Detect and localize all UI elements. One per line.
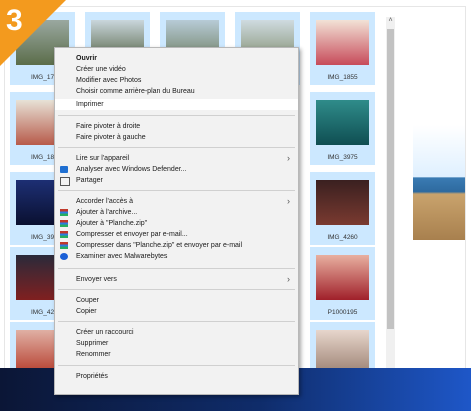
scroll-up-arrow-icon[interactable]: ˄ (386, 17, 395, 24)
menu-separator (58, 289, 295, 290)
menu-item[interactable]: Choisir comme arrière-plan du Bureau (55, 86, 298, 97)
menu-item[interactable]: Ajouter à "Planche.zip" (55, 218, 298, 229)
menu-item[interactable]: Compresser dans "Planche.zip" et envoyer… (55, 240, 298, 251)
winrar-archive-icon (60, 231, 68, 238)
step-number: 3 (6, 4, 23, 37)
menu-item[interactable]: Imprimer (55, 99, 298, 110)
thumbnail-image (316, 20, 369, 65)
thumbnail-caption: IMG_1855 (327, 74, 358, 81)
menu-item-label: Créer un raccourci (76, 329, 134, 336)
thumbnail-item[interactable]: P1000195 (310, 247, 375, 320)
menu-item-label: Compresser dans "Planche.zip" et envoyer… (76, 242, 243, 249)
menu-item[interactable]: Supprimer (55, 338, 298, 349)
menu-separator (58, 365, 295, 366)
malwarebytes-icon (60, 253, 68, 260)
winrar-archive-icon (60, 209, 68, 216)
thumbnail-item[interactable]: IMG_1855 (310, 12, 375, 85)
thumbnail-image (316, 330, 369, 369)
thumbnail-item[interactable]: IMG_3975 (310, 92, 375, 165)
menu-item[interactable]: Partager (55, 175, 298, 186)
menu-item-label: Renommer (76, 351, 111, 358)
menu-item[interactable]: Couper (55, 295, 298, 306)
menu-separator (58, 268, 295, 269)
menu-item[interactable]: Modifier avec Photos (55, 75, 298, 86)
menu-item-label: Propriétés (76, 373, 108, 380)
menu-item-label: Supprimer (76, 340, 109, 347)
menu-item[interactable]: Faire pivoter à droite (55, 121, 298, 132)
menu-separator (58, 147, 295, 148)
menu-item[interactable]: Copier (55, 306, 298, 317)
menu-item-label: Partager (76, 177, 103, 184)
menu-item[interactable]: Propriétés (55, 371, 298, 382)
menu-item-label: Ajouter à "Planche.zip" (76, 220, 148, 227)
menu-item[interactable]: Envoyer vers › (55, 274, 298, 285)
menu-item-label: Faire pivoter à gauche (76, 134, 146, 141)
menu-item[interactable]: Renommer (55, 349, 298, 360)
menu-item-label: Ouvrir (76, 55, 98, 62)
thumbnail-item[interactable]: P1000432 (310, 322, 375, 369)
thumbnail-image (316, 100, 369, 145)
menu-item[interactable]: Faire pivoter à gauche (55, 132, 298, 143)
winrar-archive-icon (60, 242, 68, 249)
thumbnail-caption: IMG_4260 (327, 234, 358, 241)
menu-item-label: Imprimer (76, 101, 104, 108)
menu-item-label: Couper (76, 297, 99, 304)
menu-item-label: Ajouter à l'archive... (76, 209, 138, 216)
menu-separator (58, 115, 295, 116)
thumbnail-image (316, 180, 369, 225)
submenu-arrow-icon: › (287, 274, 290, 284)
menu-item[interactable]: Compresser et envoyer par e-mail... (55, 229, 298, 240)
menu-item-label: Copier (76, 308, 97, 315)
menu-item[interactable]: Examiner avec Malwarebytes (55, 251, 298, 262)
winrar-archive-icon (60, 220, 68, 227)
menu-item-label: Examiner avec Malwarebytes (76, 253, 168, 260)
menu-item-label: Analyser avec Windows Defender... (76, 166, 187, 173)
context-menu: Ouvrir Créer une vidéo Modifier avec Photo… (54, 47, 299, 395)
menu-item[interactable]: Créer une vidéo (55, 64, 298, 75)
submenu-arrow-icon: › (287, 196, 290, 206)
menu-item-label: Lire sur l'appareil (76, 155, 130, 162)
defender-shield-icon (60, 166, 68, 173)
thumbnail-item[interactable]: IMG_4260 (310, 172, 375, 245)
image-preview (413, 125, 465, 240)
menu-item[interactable]: Créer un raccourci (55, 327, 298, 338)
menu-item-label: Compresser et envoyer par e-mail... (76, 231, 188, 238)
menu-separator (58, 190, 295, 191)
menu-item-label: Créer une vidéo (76, 66, 126, 73)
thumbnail-caption: P1000195 (327, 309, 358, 316)
thumbnail-caption: IMG_3975 (327, 154, 358, 161)
menu-item-label: Modifier avec Photos (76, 77, 142, 84)
menu-item[interactable]: Ajouter à l'archive... (55, 207, 298, 218)
menu-item-label: Faire pivoter à droite (76, 123, 141, 130)
vertical-scrollbar[interactable]: ˄ ˅ (386, 17, 395, 369)
menu-separator (58, 321, 295, 322)
menu-item-label: Accorder l'accès à (76, 198, 133, 205)
share-icon (60, 177, 70, 186)
thumbnail-image (316, 255, 369, 300)
menu-item[interactable]: Lire sur l'appareil › (55, 153, 298, 164)
scrollbar-thumb[interactable] (387, 29, 394, 329)
menu-item[interactable]: Accorder l'accès à › (55, 196, 298, 207)
menu-item[interactable]: Ouvrir (55, 53, 298, 64)
menu-item-label: Choisir comme arrière-plan du Bureau (76, 88, 195, 95)
menu-item[interactable]: Analyser avec Windows Defender... (55, 164, 298, 175)
menu-item-label: Envoyer vers (76, 276, 117, 283)
submenu-arrow-icon: › (287, 153, 290, 163)
